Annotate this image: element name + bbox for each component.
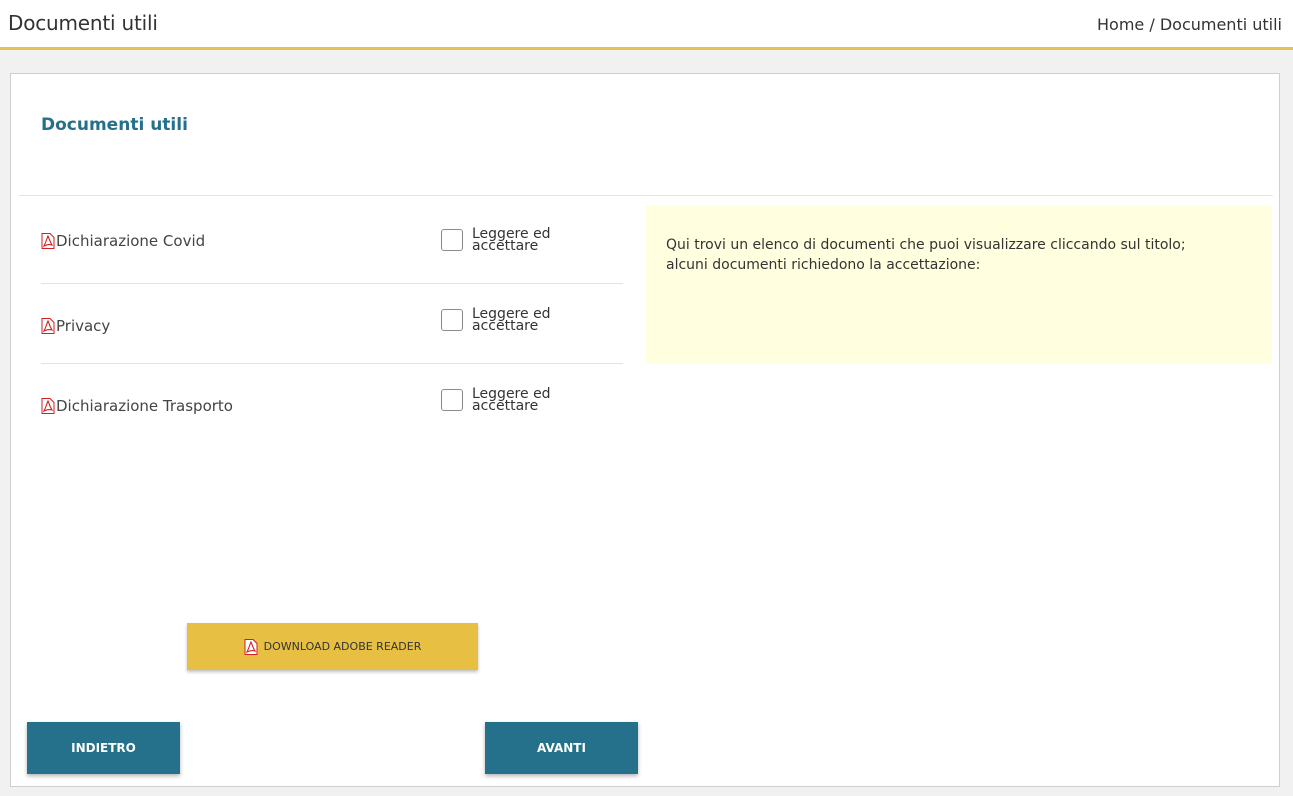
document-link[interactable]: Dichiarazione Covid	[41, 232, 205, 250]
documents-card: Documenti utili Dichiarazione Covid Legg…	[10, 73, 1280, 787]
accept-checkbox[interactable]	[441, 309, 463, 331]
pdf-icon	[244, 638, 258, 655]
document-link[interactable]: Privacy	[41, 317, 110, 335]
document-row: Privacy Leggere ed accettare	[41, 284, 623, 364]
document-row: Dichiarazione Trasporto Leggere ed accet…	[41, 364, 623, 444]
accept-checkbox[interactable]	[441, 389, 463, 411]
download-adobe-reader-button[interactable]: DOWNLOAD ADOBE READER	[187, 623, 478, 670]
breadcrumb: Home / Documenti utili	[1097, 15, 1282, 34]
accept-checkbox[interactable]	[441, 229, 463, 251]
document-name: Dichiarazione Covid	[56, 232, 206, 250]
info-box: Qui trovi un elenco di documenti che puo…	[646, 205, 1272, 364]
pdf-icon	[41, 398, 55, 414]
card-divider	[19, 195, 1273, 196]
card-title: Documenti utili	[41, 115, 188, 135]
document-name: Privacy	[56, 317, 111, 335]
top-header: Documenti utili Home / Documenti utili	[0, 0, 1293, 50]
accept-checkbox-group: Leggere ed accettare	[441, 226, 582, 254]
next-button[interactable]: AVANTI	[485, 722, 638, 774]
pdf-icon	[41, 233, 55, 249]
document-link[interactable]: Dichiarazione Trasporto	[41, 397, 233, 415]
pdf-icon	[41, 318, 55, 334]
download-adobe-reader-label: DOWNLOAD ADOBE READER	[263, 640, 422, 653]
info-text-line-2: alcuni documenti richiedono la accettazi…	[666, 257, 981, 273]
accept-checkbox-group: Leggere ed accettare	[441, 306, 582, 334]
page-title: Documenti utili	[8, 11, 158, 35]
info-text-line-1: Qui trovi un elenco di documenti che puo…	[666, 237, 1186, 253]
document-row: Dichiarazione Covid Leggere ed accettare	[41, 204, 623, 284]
document-name: Dichiarazione Trasporto	[56, 397, 233, 415]
accept-checkbox-label: Leggere ed accettare	[472, 386, 551, 414]
accept-checkbox-group: Leggere ed accettare	[441, 386, 582, 414]
accept-checkbox-label: Leggere ed accettare	[472, 306, 551, 334]
back-button[interactable]: INDIETRO	[27, 722, 180, 774]
accept-checkbox-label: Leggere ed accettare	[472, 226, 551, 254]
